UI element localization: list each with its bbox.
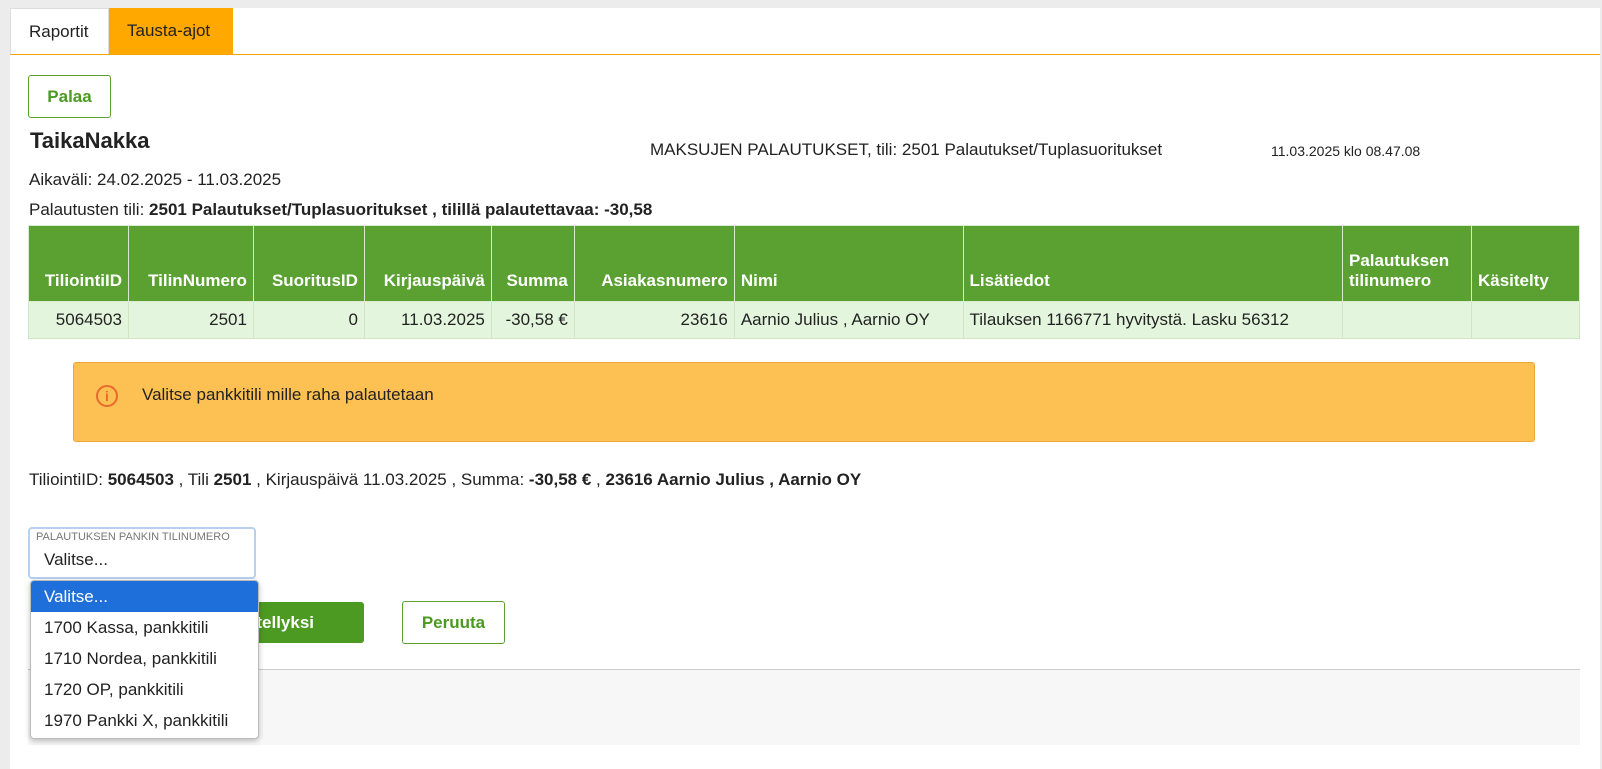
col-suoritusid[interactable]: SuoritusID — [252, 225, 365, 302]
summary-text: TiliointiID: — [29, 470, 108, 489]
summary-value: 23616 Aarnio Julius , Aarnio OY — [605, 470, 862, 489]
col-kirjauspaiva[interactable]: Kirjauspäivä — [363, 225, 492, 302]
report-timestamp: 11.03.2025 klo 08.47.08 — [1271, 143, 1421, 159]
footer-area — [28, 669, 1580, 745]
cell-kirjauspaiva: 11.03.2025 — [363, 301, 492, 339]
summary-text: , Kirjauspäivä 11.03.2025 , Summa: — [251, 470, 529, 489]
cell-kasitelty — [1470, 301, 1581, 339]
cell-palautuksen-tilinumero — [1342, 301, 1472, 339]
company-name: TaikaNakka — [30, 128, 150, 153]
col-palautuksen-tilinumero[interactable]: Palautuksen tilinumero — [1342, 225, 1472, 302]
dropdown-option[interactable]: Valitse... — [31, 581, 258, 612]
col-summa[interactable]: Summa — [490, 225, 575, 302]
summary-text: , — [591, 470, 606, 489]
refund-account-line: Palautusten tili: 2501 Palautukset/Tupla… — [29, 200, 652, 220]
summary-value: -30,58 € — [528, 470, 592, 489]
cell-suoritusid: 0 — [252, 301, 365, 339]
cell-asiakasnumero: 23616 — [573, 301, 735, 339]
summary-value: 2501 — [213, 470, 252, 489]
col-tilinnumero[interactable]: TilinNumero — [127, 225, 254, 302]
bank-account-select[interactable]: PALAUTUKSEN PANKIN TILINUMERO Valitse... — [28, 527, 256, 579]
selection-summary: TiliointiID: 5064503 , Tili 2501 , Kirja… — [29, 470, 861, 490]
tab-bar: Raportit Tausta-ajot — [10, 8, 1600, 55]
summary-text: , Tili — [173, 470, 214, 489]
col-tiliointiid[interactable]: TiliointiID — [28, 225, 129, 302]
info-icon: i — [96, 385, 118, 407]
date-range: Aikaväli: 24.02.2025 - 11.03.2025 — [29, 170, 281, 190]
tab-raportit[interactable]: Raportit — [10, 8, 109, 54]
col-nimi[interactable]: Nimi — [733, 225, 964, 302]
back-button[interactable]: Palaa — [28, 75, 111, 118]
col-asiakasnumero[interactable]: Asiakasnumero — [573, 225, 735, 302]
date-range-value: 24.02.2025 - 11.03.2025 — [97, 170, 282, 189]
cell-tilinnumero: 2501 — [127, 301, 254, 339]
report-title: MAKSUJEN PALAUTUKSET, tili: 2501 Palautu… — [650, 140, 1163, 159]
col-lisatiedot[interactable]: Lisätiedot — [962, 225, 1344, 302]
info-alert: i Valitse pankkitili mille raha palautet… — [73, 362, 1535, 442]
cell-summa: -30,58 € — [490, 301, 575, 339]
bank-account-select-value[interactable]: Valitse... — [44, 550, 108, 570]
refund-account-value: 2501 Palautukset/Tuplasuoritukset , tili… — [149, 200, 653, 219]
bank-account-dropdown[interactable]: Valitse... 1700 Kassa, pankkitili 1710 N… — [30, 580, 259, 739]
cancel-button[interactable]: Peruuta — [402, 601, 505, 644]
dropdown-option[interactable]: 1700 Kassa, pankkitili — [31, 612, 258, 643]
summary-value: 5064503 — [107, 470, 174, 489]
tab-tausta-ajot[interactable]: Tausta-ajot — [109, 8, 233, 54]
table-row[interactable]: 5064503 2501 0 11.03.2025 -30,58 € 23616… — [28, 301, 1581, 339]
dropdown-option[interactable]: 1970 Pankki X, pankkitili — [31, 705, 258, 736]
dropdown-option[interactable]: 1710 Nordea, pankkitili — [31, 643, 258, 674]
cell-lisatiedot: Tilauksen 1166771 hyvitystä. Lasku 56312 — [962, 301, 1344, 339]
date-range-label: Aikaväli: — [29, 170, 93, 189]
alert-text: Valitse pankkitili mille raha palautetaa… — [142, 385, 434, 404]
dropdown-option[interactable]: 1720 OP, pankkitili — [31, 674, 258, 705]
refunds-table: TiliointiID TilinNumero SuoritusID Kirja… — [28, 225, 1581, 339]
bank-account-select-label: PALAUTUKSEN PANKIN TILINUMERO — [36, 531, 230, 543]
cell-tiliointiid: 5064503 — [28, 301, 129, 339]
table-header-row: TiliointiID TilinNumero SuoritusID Kirja… — [28, 225, 1581, 302]
refund-account-label: Palautusten tili: — [29, 200, 145, 219]
col-kasitelty[interactable]: Käsitelty — [1470, 225, 1581, 302]
cell-nimi: Aarnio Julius , Aarnio OY — [733, 301, 964, 339]
